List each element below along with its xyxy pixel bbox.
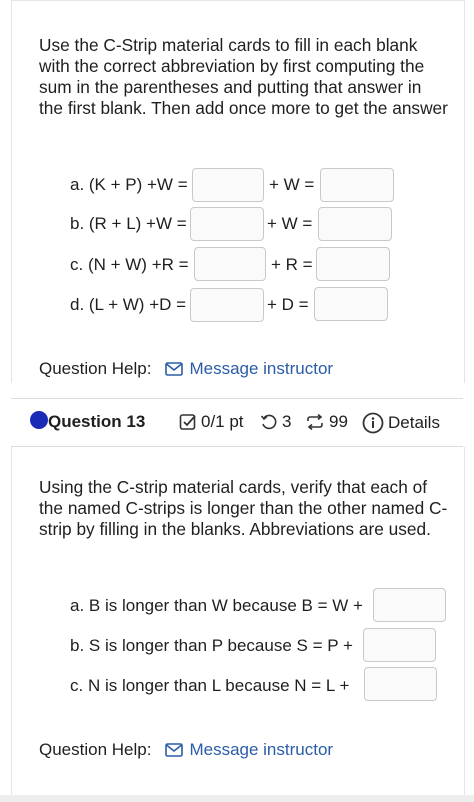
attempts-indicator: 99 <box>305 412 348 432</box>
q12-line-d-mid: + D = <box>267 295 309 314</box>
details-text: Details <box>388 413 440 432</box>
q12-line-b-blank-2[interactable] <box>318 207 392 241</box>
info-icon <box>362 412 384 434</box>
retries-text: 3 <box>282 412 292 431</box>
attempts-text: 99 <box>329 412 348 431</box>
q12-help-label: Question Help: <box>39 359 152 378</box>
q12-line-b-mid: + W = <box>267 214 313 233</box>
repeat-icon <box>307 413 323 431</box>
q12-line-d-blank-1[interactable] <box>190 288 264 322</box>
details-button[interactable]: Details <box>362 412 440 434</box>
q13-line-a-blank[interactable] <box>373 588 446 622</box>
q12-line-a-blank-1[interactable] <box>192 168 264 202</box>
q12-line-b-label: b. (R + L) +W = <box>70 214 187 233</box>
q13-line-c-label: c. N is longer than L because N = L + <box>70 676 350 695</box>
q12-help-row: Question Help: Message instructor <box>39 359 333 379</box>
question-13-header: Question 13 0/1 pt 3 99 Details <box>11 399 463 446</box>
question-13-prompt: Using the C-strip material cards, verify… <box>39 477 448 539</box>
q12-line-d-label: d. (L + W) +D = <box>70 295 187 314</box>
q12-line-c-blank-2[interactable] <box>316 247 390 281</box>
q13-line-c-blank[interactable] <box>364 667 437 701</box>
mail-icon <box>165 743 184 757</box>
q12-line-a-label: a. (K + P) +W = <box>70 175 188 194</box>
question-12-prompt: Use the C-Strip material cards to fill i… <box>39 35 448 118</box>
q12-message-instructor-link[interactable]: Message instructor <box>165 359 333 379</box>
retries-indicator: 3 <box>260 412 291 432</box>
q12-line-c-mid: + R = <box>271 255 313 274</box>
page: Use the C-Strip material cards to fill i… <box>0 0 474 802</box>
mail-icon <box>165 362 184 376</box>
q13-message-instructor-link[interactable]: Message instructor <box>165 740 333 760</box>
q12-message-instructor-text: Message instructor <box>189 359 334 378</box>
undo-icon <box>260 414 277 430</box>
q12-line-c-label: c. (N + W) +R = <box>70 255 189 274</box>
q13-help-label: Question Help: <box>39 740 152 759</box>
q13-line-b-blank[interactable] <box>363 628 436 662</box>
q13-help-row: Question Help: Message instructor <box>39 740 333 760</box>
points-indicator: 0/1 pt <box>179 412 244 432</box>
question-13-title: Question 13 <box>48 412 146 431</box>
q12-line-b-blank-1[interactable] <box>190 207 264 241</box>
q12-line-c-blank-1[interactable] <box>194 247 266 281</box>
q12-line-a-mid: + W = <box>269 175 315 194</box>
points-text: 0/1 pt <box>201 412 244 431</box>
checkbox-icon <box>179 414 196 430</box>
q13-line-b-label: b. S is longer than P because S = P + <box>70 636 353 655</box>
q12-line-d-blank-2[interactable] <box>314 287 388 321</box>
question-status-dot <box>30 411 48 429</box>
q13-message-instructor-text: Message instructor <box>189 740 334 759</box>
q13-line-a-label: a. B is longer than W because B = W + <box>70 596 363 615</box>
footer-shade <box>0 795 474 802</box>
q12-line-a-blank-2[interactable] <box>320 168 394 202</box>
